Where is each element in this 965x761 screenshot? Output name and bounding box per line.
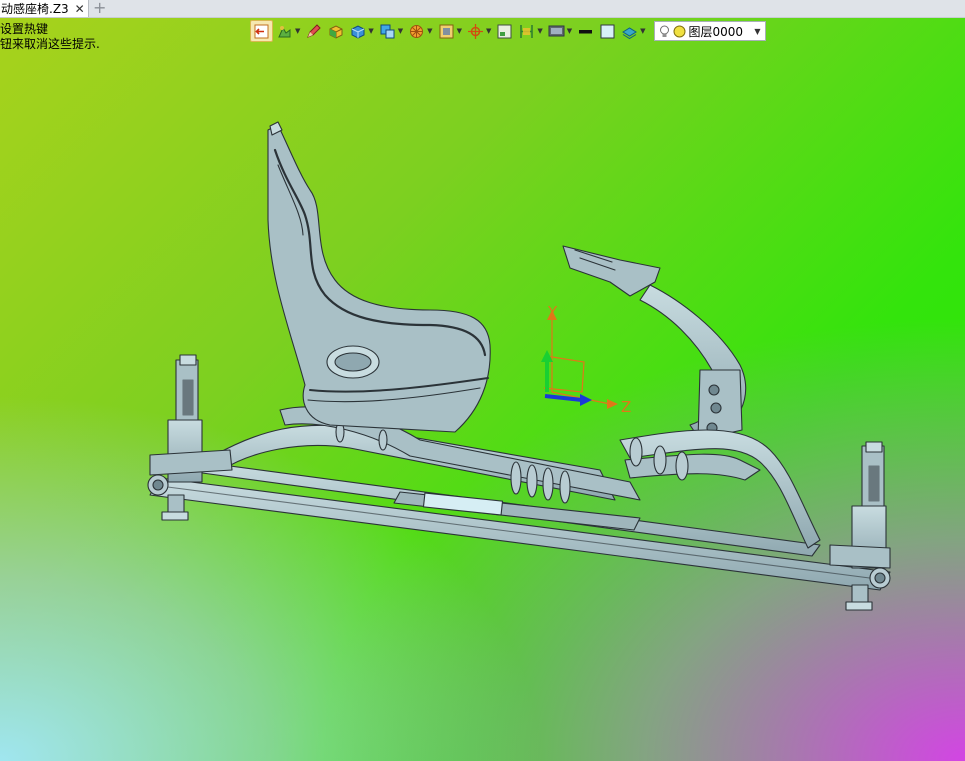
z-axis-label: Z <box>621 398 631 416</box>
document-tab[interactable]: 动感座椅.Z3 ✕ <box>0 0 89 17</box>
document-tab-title: 动感座椅.Z3 <box>1 2 69 16</box>
tab-bar: 动感座椅.Z3 ✕ + <box>0 0 965 18</box>
y-axis-label: Y <box>547 303 558 321</box>
close-icon[interactable]: ✕ <box>75 2 85 16</box>
coordinate-triad: Y Z <box>541 303 631 416</box>
new-tab-icon[interactable]: + <box>93 0 106 17</box>
